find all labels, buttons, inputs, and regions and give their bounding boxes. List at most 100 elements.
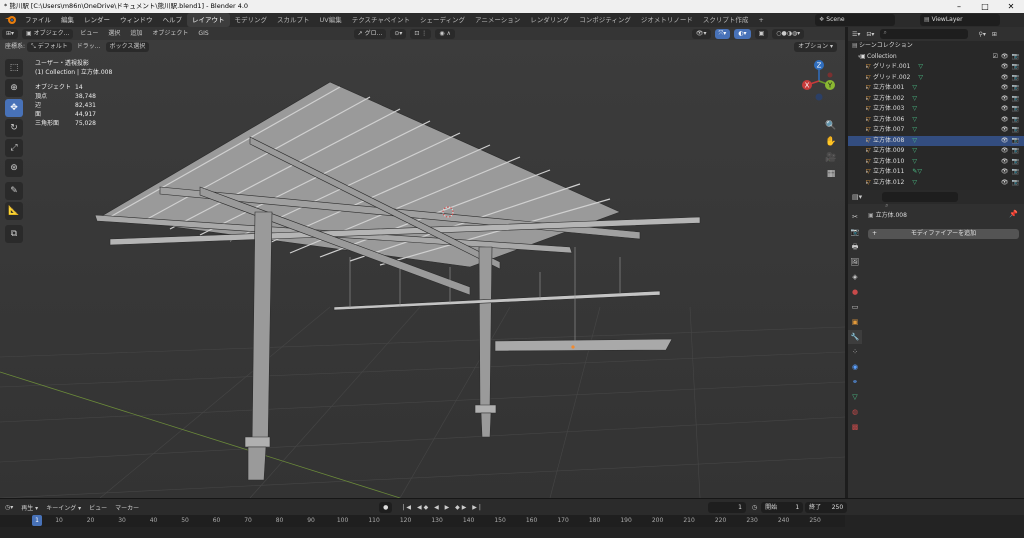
blender-logo-icon[interactable] <box>5 15 17 25</box>
expand-icon[interactable]: ▸ <box>852 73 869 84</box>
editor-type-button[interactable]: ⊞▾ <box>2 28 19 39</box>
current-frame-indicator[interactable]: 1 <box>32 515 42 526</box>
outliner-item-grid-002[interactable]: ▸▽ グリッド.002 ▽ 👁📷 <box>848 73 1024 84</box>
outliner-item-cube-011[interactable]: ▸▽ 立方体.011 ✎▽ 👁📷 <box>848 167 1024 178</box>
tab-rendering[interactable]: レンダリング <box>525 13 574 27</box>
pin-icon[interactable]: 📌 <box>1009 210 1018 218</box>
new-collection-icon[interactable]: ⊞ <box>986 31 997 38</box>
current-frame-field[interactable]: 1 <box>707 501 746 513</box>
object-tab-icon[interactable]: ▣ <box>848 315 862 329</box>
visibility-icons[interactable]: 👁📷 <box>1001 125 1022 136</box>
measure-tool-icon[interactable]: 📐 <box>5 202 23 220</box>
expand-icon[interactable]: ▸ <box>852 62 869 73</box>
marker-menu[interactable]: マーカー <box>107 503 139 512</box>
material-tab-icon[interactable]: ◍ <box>848 405 862 419</box>
render-tab-icon[interactable]: 📷 <box>848 225 862 239</box>
add-modifier-button[interactable]: + モディファイアーを追加 <box>868 229 1019 239</box>
viewport-scene[interactable] <box>0 27 845 498</box>
rotate-tool-icon[interactable]: ↻ <box>5 119 23 137</box>
particles-tab-icon[interactable]: ⁘ <box>848 345 862 359</box>
tool-tab-icon[interactable]: ✂ <box>848 210 862 224</box>
menu-select[interactable]: 選択 <box>103 27 125 40</box>
expand-icon[interactable]: ▸ <box>852 83 869 94</box>
tab-sculpt[interactable]: スカルプト <box>272 13 315 27</box>
overlay-button[interactable]: ◐▾ <box>734 28 751 39</box>
shading-modes[interactable]: ○●◑◍▾ <box>772 28 805 39</box>
visibility-icons[interactable]: 👁📷 <box>1001 136 1022 147</box>
scene-tab-icon[interactable]: ◈ <box>848 270 862 284</box>
menu-file[interactable]: ファイル <box>20 13 56 27</box>
camera-icon[interactable]: 🎥 <box>824 153 838 167</box>
move-tool-icon[interactable]: ✥ <box>5 99 23 117</box>
snap-button[interactable]: ⊡ ⋮ <box>410 28 432 39</box>
transform-orientation[interactable]: ↗ グロ... <box>353 28 387 39</box>
tab-scripting[interactable]: スクリプト作成 <box>698 13 754 27</box>
view-layer-tab-icon[interactable]: 🖼 <box>848 255 862 269</box>
constraints-tab-icon[interactable]: ⚭ <box>848 375 862 389</box>
outliner-item-cube-002[interactable]: ▸▽ 立方体.002 ▽ 👁📷 <box>848 94 1024 105</box>
outliner-item-cube-012[interactable]: ▸▽ 立方体.012 ▽ 👁📷 <box>848 178 1024 189</box>
pivot-point-button[interactable]: ⊙▾ <box>390 28 407 39</box>
scale-tool-icon[interactable]: ⤢ <box>5 139 23 157</box>
viewlayer-selector[interactable]: ▤ ViewLayer <box>920 14 1000 26</box>
timeline-view-menu[interactable]: ビュー <box>81 503 107 512</box>
expand-icon[interactable]: ▸ <box>852 178 869 189</box>
transform-tool-icon[interactable]: ⊛ <box>5 159 23 177</box>
outliner-item-cube-007[interactable]: ▸▽ 立方体.007 ▽ 👁📷 <box>848 125 1024 136</box>
grid-ortho-icon[interactable]: ▦ <box>824 169 838 183</box>
outliner-editor-icon[interactable]: ☰▾ <box>848 31 860 38</box>
navigation-gizmo[interactable]: Z X Y <box>798 57 840 105</box>
options-button[interactable]: オプション ▾ <box>794 41 837 52</box>
box-select-button[interactable]: ボックス選択 <box>105 41 150 52</box>
drag-label[interactable]: ドラッ... <box>74 40 104 53</box>
expand-icon[interactable]: ▸ <box>852 146 869 157</box>
start-frame-field[interactable]: 開始 1 <box>761 501 804 513</box>
add-cube-tool-icon[interactable]: ⧉ <box>5 225 23 243</box>
output-tab-icon[interactable]: 🖶 <box>848 240 862 254</box>
maximize-button[interactable]: □ <box>972 0 998 13</box>
menu-object[interactable]: オブジェクト <box>147 27 193 40</box>
minimize-button[interactable]: – <box>946 0 972 13</box>
menu-window[interactable]: ウィンドウ <box>115 13 158 27</box>
timer-icon[interactable]: ◷ <box>746 504 757 511</box>
tab-texture-paint[interactable]: テクスチャペイント <box>347 13 415 27</box>
tab-geometry-nodes[interactable]: ジオメトリノード <box>636 13 698 27</box>
timeline-editor-icon[interactable]: ◷▾ <box>0 504 13 511</box>
expand-icon[interactable]: ▸ <box>852 104 869 115</box>
visibility-icons[interactable]: 👁📷 <box>1001 62 1022 73</box>
visibility-icons[interactable]: 👁📷 <box>1001 115 1022 126</box>
outliner-item-grid-001[interactable]: ▸▽ グリッド.001 ▽ 👁📷 <box>848 62 1024 73</box>
visibility-icons[interactable]: 👁📷 <box>1001 146 1022 157</box>
visibility-icons[interactable]: 👁📷 <box>1001 157 1022 168</box>
visibility-button[interactable]: 👁▾ <box>691 28 711 39</box>
gizmo-neg-x-icon[interactable] <box>827 72 833 78</box>
filter-display-icon[interactable]: ⊟▾ <box>860 31 874 38</box>
expand-icon[interactable]: ▸ <box>852 157 869 168</box>
outliner-item-cube-001[interactable]: ▸▽ 立方体.001 ▽ 👁📷 <box>848 83 1024 94</box>
scene-selector[interactable]: ❖ Scene <box>815 14 895 26</box>
tab-layout[interactable]: レイアウト <box>187 13 230 27</box>
mode-selector[interactable]: ▣ オブジェク... <box>22 28 74 39</box>
menu-edit[interactable]: 編集 <box>56 13 79 27</box>
playback-controls[interactable]: |◀ ◀◆ ◀ ▶ ◆▶ ▶| <box>402 504 483 511</box>
cursor-tool-icon[interactable]: ⊕ <box>5 79 23 97</box>
texture-tab-icon[interactable]: ▩ <box>848 420 862 434</box>
tab-shading[interactable]: シェーディング <box>415 13 470 27</box>
gizmo-button[interactable]: ⤧▾ <box>714 28 731 39</box>
outliner-item-cube-009[interactable]: ▸▽ 立方体.009 ▽ 👁📷 <box>848 146 1024 157</box>
expand-icon[interactable]: ▸ <box>852 94 869 105</box>
tab-compositing[interactable]: コンポジティング <box>574 13 636 27</box>
outliner-item-cube-008[interactable]: ▸▽ 立方体.008 ▽ 👁📷 <box>848 135 1024 147</box>
world-tab-icon[interactable]: ● <box>848 285 862 299</box>
visibility-icons[interactable]: 👁📷 <box>1001 167 1022 178</box>
menu-add[interactable]: 追加 <box>125 27 147 40</box>
tab-uv-editing[interactable]: UV編集 <box>315 13 347 27</box>
playback-menu[interactable]: 再生 ▾ <box>13 503 38 512</box>
physics-tab-icon[interactable]: ◉ <box>848 360 862 374</box>
menu-render[interactable]: レンダー <box>79 13 115 27</box>
outliner-search-input[interactable]: ⌕ <box>880 29 969 39</box>
properties-search-input[interactable]: ⌕ <box>882 192 959 209</box>
outliner-item-cube-006[interactable]: ▸▽ 立方体.006 ▽ 👁📷 <box>848 115 1024 126</box>
menu-help[interactable]: ヘルプ <box>158 13 188 27</box>
annotate-tool-icon[interactable]: ✎ <box>5 182 23 200</box>
